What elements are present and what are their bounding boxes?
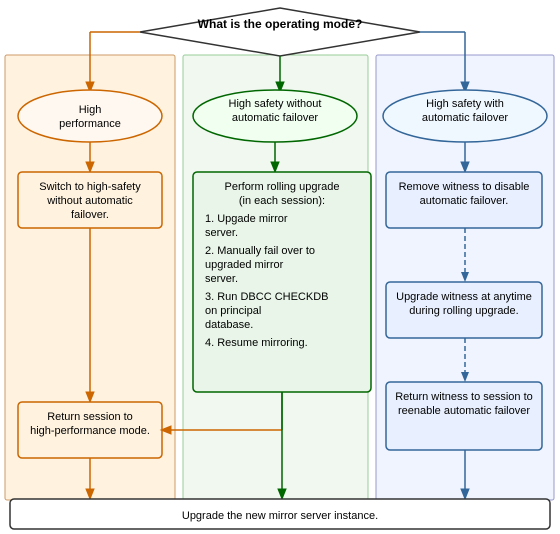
box2-title1: Perform rolling upgrade [225, 181, 340, 193]
box3-line1: Remove witness to disable [399, 181, 530, 193]
oval3-label2: automatic failover [422, 112, 509, 124]
box2-item3: 3. Run DBCC CHECKDB [205, 291, 328, 303]
oval3-label1: High safety with [426, 98, 504, 110]
box2-item1b: server. [205, 227, 238, 239]
box4-line2: high-performance mode. [30, 425, 150, 437]
box2-item2b: upgraded mirror [205, 259, 284, 271]
diamond-label: What is the operating mode? [198, 17, 363, 31]
box2-title2: (in each session): [239, 195, 325, 207]
box2-item3b: on principal [205, 305, 261, 317]
box4-line1: Return session to [47, 411, 133, 423]
box2-item3c: database. [205, 319, 253, 331]
box1-line2: without automatic [46, 195, 133, 207]
decision-diamond [140, 8, 420, 56]
box2-item1: 1. Upgade mirror [205, 213, 288, 225]
box6-line2: reenable automatic failover [398, 405, 530, 417]
oval1-label2: performance [59, 118, 121, 130]
bottom-label: Upgrade the new mirror server instance. [182, 510, 378, 522]
box6-line1: Return witness to session to [395, 391, 533, 403]
oval2-label2: automatic failover [232, 112, 319, 124]
box3-line2: automatic failover. [420, 195, 509, 207]
box2-item4: 4. Resume mirroring. [205, 337, 308, 349]
oval-high-performance [18, 90, 162, 142]
box5-line1: Upgrade witness at anytime [396, 291, 532, 303]
box1-line1: Switch to high-safety [39, 181, 141, 193]
box2-item2c: server. [205, 273, 238, 285]
oval2-label1: High safety without [229, 98, 322, 110]
box5-line2: during rolling upgrade. [409, 305, 518, 317]
box1-line3: failover. [71, 209, 109, 221]
diagram: What is the operating mode? High perform… [0, 0, 560, 534]
box2-item2: 2. Manually fail over to [205, 245, 315, 257]
oval1-label: High [79, 104, 102, 116]
